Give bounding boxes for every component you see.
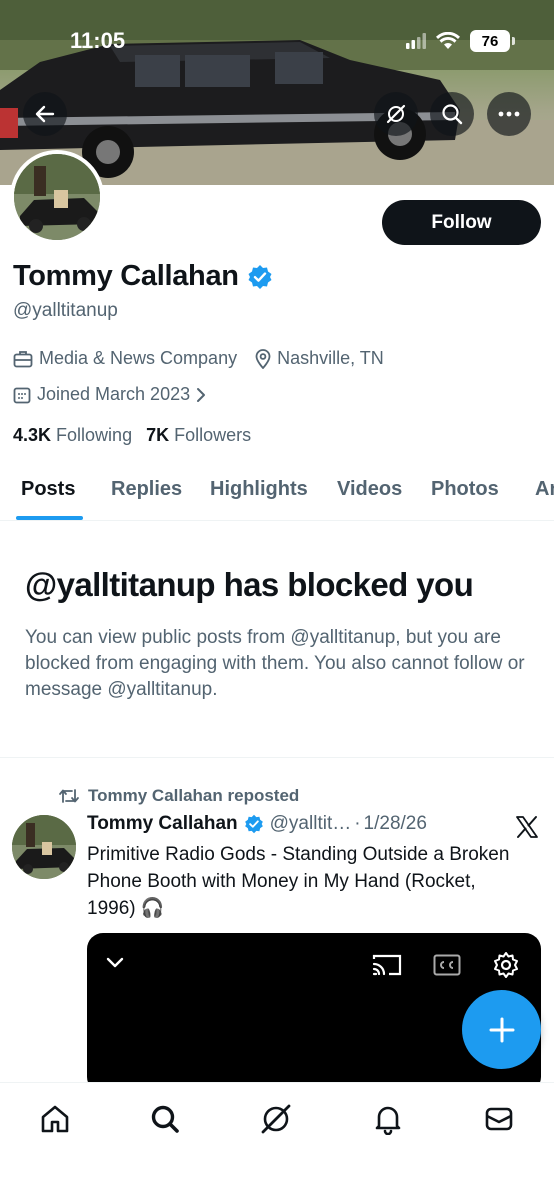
follow-button[interactable]: Follow: [382, 200, 541, 245]
more-button[interactable]: [487, 92, 531, 136]
verified-badge-icon: [244, 814, 263, 834]
back-arrow-icon: [35, 105, 55, 123]
chevron-right-icon: [197, 387, 206, 402]
profile-avatar[interactable]: [10, 150, 104, 244]
tab-articles[interactable]: Ar: [535, 478, 554, 501]
tab-replies[interactable]: Replies: [111, 478, 182, 501]
gear-icon: [494, 952, 518, 978]
tab-videos[interactable]: Videos: [337, 478, 402, 501]
profile-tabs: Posts Replies Highlights Videos Photos A…: [0, 462, 554, 521]
post-avatar[interactable]: [12, 815, 76, 879]
bell-icon: [375, 1106, 401, 1135]
bottom-navigation: [0, 1082, 554, 1200]
verified-badge-icon[interactable]: [247, 264, 273, 290]
grok-button[interactable]: [374, 92, 418, 136]
tab-posts[interactable]: Posts: [21, 478, 75, 501]
status-time: 11:05: [70, 28, 126, 53]
back-button[interactable]: [23, 92, 67, 136]
post-text: Primitive Radio Gods - Standing Outside …: [87, 844, 510, 919]
battery-indicator: 76: [470, 30, 515, 52]
profile-stats: 4.3K Following 7K Followers: [13, 425, 251, 446]
plus-icon: [489, 1017, 514, 1042]
section-divider: [0, 757, 554, 758]
following-stat[interactable]: 4.3K Following: [13, 425, 132, 446]
profile-meta-row: Media & News Company Nashville, TN: [13, 348, 402, 369]
post-date: 1/28/26: [363, 813, 427, 834]
profile-joined-row[interactable]: Joined March 2023: [13, 384, 224, 405]
nav-notifications[interactable]: [370, 1101, 406, 1137]
status-icons: 76: [406, 30, 515, 52]
repost-indicator: Tommy Callahan reposted: [58, 786, 299, 806]
collapse-video-button[interactable]: [103, 951, 127, 975]
active-tab-indicator: [16, 516, 83, 520]
search-button[interactable]: [430, 92, 474, 136]
location-pin-icon: [255, 348, 271, 369]
nav-messages[interactable]: [481, 1101, 517, 1137]
joined-label: Joined March 2023: [37, 384, 191, 404]
nav-search[interactable]: [147, 1101, 183, 1137]
wifi-icon: [436, 32, 460, 49]
avatar-image: [12, 815, 76, 879]
chevron-down-icon: [106, 957, 124, 968]
captions-button[interactable]: [431, 951, 463, 979]
followers-label: Followers: [174, 425, 252, 445]
briefcase-icon: [13, 350, 33, 367]
search-icon: [442, 104, 463, 125]
location-label: Nashville, TN: [277, 348, 384, 368]
grok-icon: [386, 104, 406, 124]
grok-icon: [261, 1104, 291, 1134]
home-icon: [41, 1105, 69, 1133]
mail-icon: [485, 1107, 513, 1131]
profile-category: Media & News Company: [13, 348, 237, 369]
search-icon: [151, 1105, 179, 1133]
profile-location: Nashville, TN: [255, 348, 384, 369]
repost-label: Tommy Callahan reposted: [88, 786, 300, 805]
calendar-icon: [13, 387, 31, 403]
blocked-title: @yalltitanup has blocked you: [25, 566, 474, 603]
cast-icon: [372, 954, 402, 976]
avatar-image: [14, 154, 100, 240]
post-header: Tommy Callahan @yalltit… · 1/28/26: [87, 813, 427, 835]
blocked-description: You can view public posts from @yalltita…: [25, 627, 525, 700]
post-author[interactable]: Tommy Callahan: [87, 813, 238, 835]
repost-icon: [59, 789, 79, 803]
nav-home[interactable]: [37, 1101, 73, 1137]
following-count: 4.3K: [13, 425, 52, 445]
x-logo-icon: [516, 816, 538, 838]
cast-button[interactable]: [371, 951, 403, 979]
followers-count: 7K: [146, 425, 170, 445]
tab-highlights[interactable]: Highlights: [210, 478, 308, 501]
profile-joined[interactable]: Joined March 2023: [13, 384, 206, 405]
category-label: Media & News Company: [39, 348, 238, 368]
profile-handle: @yalltitanup: [13, 300, 118, 321]
profile-name-row: Tommy Callahan: [13, 260, 273, 293]
compose-button[interactable]: [462, 990, 541, 1069]
following-label: Following: [56, 425, 133, 445]
more-icon: [498, 111, 520, 117]
tab-photos[interactable]: Photos: [431, 478, 499, 501]
video-settings-button[interactable]: [490, 949, 522, 981]
post-handle: @yalltit…: [269, 813, 352, 834]
signal-icon: [406, 33, 426, 49]
post-separator: ·: [354, 813, 361, 834]
followers-stat[interactable]: 7K Followers: [146, 425, 251, 446]
nav-grok[interactable]: [258, 1101, 294, 1137]
profile-display-name: Tommy Callahan: [13, 260, 239, 292]
closed-captions-icon: [433, 954, 461, 976]
